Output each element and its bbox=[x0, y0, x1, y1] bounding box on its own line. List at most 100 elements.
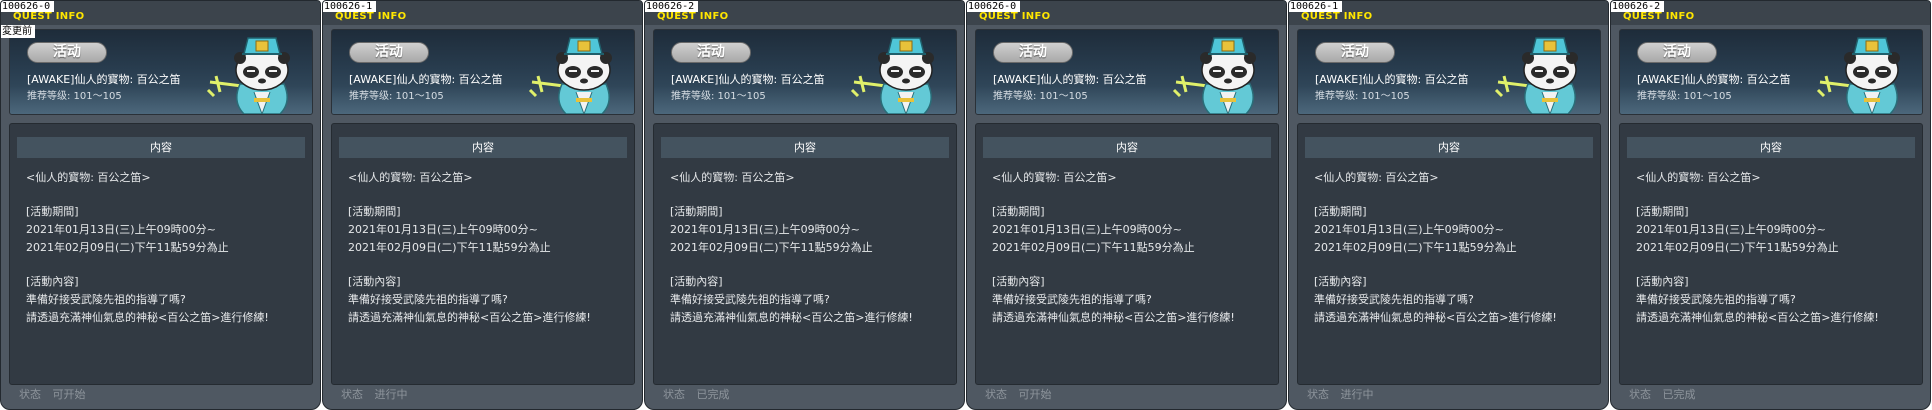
quest-summary: 活动 [AWAKE]仙人的寳物: 百公之笛 推荐等级: 101～105 bbox=[331, 29, 635, 115]
status-value: 可开始 bbox=[1018, 388, 1052, 401]
content-line: [活動內容] bbox=[348, 275, 401, 288]
quest-summary: 活动 [AWAKE]仙人的寳物: 百公之笛 推荐等级: 101～105 bbox=[9, 29, 313, 115]
status-line: 状态 已完成 bbox=[663, 388, 730, 402]
quest-info-panel: QUEST INFO 100626-0 活动 [AWAKE]仙人的寳物: 百公之… bbox=[966, 0, 1287, 410]
status-label: 状态 bbox=[19, 388, 41, 401]
content-header: 内容 bbox=[17, 137, 305, 158]
content-line: [活動內容] bbox=[992, 275, 1045, 288]
content-line bbox=[992, 187, 1277, 203]
content-line: 請透過充滿神仙氣息的神秘<百公之笛>進行修練! bbox=[1314, 311, 1557, 324]
content-header: 内容 bbox=[1627, 137, 1915, 158]
content-section: 内容 <仙人的寳物: 百公之笛> [活動期間] 2021年01月13日(三)上午… bbox=[653, 123, 957, 385]
content-line: 2021年02月09日(二)下午11點59分為止 bbox=[670, 241, 873, 254]
quest-info-panel: QUEST INFO 100626-1 活动 [AWAKE]仙人的寳物: 百公之… bbox=[1288, 0, 1609, 410]
content-header: 内容 bbox=[1305, 137, 1593, 158]
quest-name: [AWAKE]仙人的寳物: 百公之笛 bbox=[27, 73, 181, 86]
recommended-level: 推荐等级: 101～105 bbox=[671, 91, 766, 102]
content-line: 準備好接受武陵先祖的指導了嗎? bbox=[1636, 293, 1796, 306]
content-line: [活動內容] bbox=[1636, 275, 1689, 288]
content-line bbox=[1636, 187, 1921, 203]
quest-info-panel-row: QUEST INFO 100626-0 活动 [AWAKE]仙人的寳物: 百公之… bbox=[0, 0, 1932, 410]
content-line bbox=[992, 257, 1277, 273]
content-line: <仙人的寳物: 百公之笛> bbox=[348, 171, 473, 184]
status-label: 状态 bbox=[1307, 388, 1329, 401]
content-line: 2021年02月09日(二)下午11點59分為止 bbox=[348, 241, 551, 254]
content-line: 2021年02月09日(二)下午11點59分為止 bbox=[1314, 241, 1517, 254]
status-value: 进行中 bbox=[374, 388, 408, 401]
content-line: [活動期間] bbox=[26, 205, 79, 218]
panda-scholar-npc-icon bbox=[524, 32, 624, 114]
activity-tag: 活动 bbox=[349, 42, 429, 63]
panel-id-label: 100626-2 bbox=[645, 1, 699, 12]
panda-scholar-npc-icon bbox=[1490, 32, 1590, 114]
content-line: <仙人的寳物: 百公之笛> bbox=[992, 171, 1117, 184]
panda-scholar-npc-icon bbox=[846, 32, 946, 114]
content-line bbox=[670, 257, 955, 273]
panel-id-label: 100626-1 bbox=[323, 1, 377, 12]
quest-name: [AWAKE]仙人的寳物: 百公之笛 bbox=[993, 73, 1147, 86]
content-line: 請透過充滿神仙氣息的神秘<百公之笛>進行修練! bbox=[348, 311, 591, 324]
quest-info-panel: QUEST INFO 100626-1 活动 [AWAKE]仙人的寳物: 百公之… bbox=[322, 0, 643, 410]
status-line: 状态 可开始 bbox=[19, 388, 86, 402]
content-line: 請透過充滿神仙氣息的神秘<百公之笛>進行修練! bbox=[992, 311, 1235, 324]
content-line: 2021年01月13日(三)上午09時00分~ bbox=[992, 223, 1182, 236]
status-line: 状态 进行中 bbox=[1307, 388, 1374, 402]
content-line: 準備好接受武陵先祖的指導了嗎? bbox=[26, 293, 186, 306]
status-label: 状态 bbox=[663, 388, 685, 401]
panda-scholar-npc-icon bbox=[202, 32, 302, 114]
content-line: <仙人的寳物: 百公之笛> bbox=[1636, 171, 1761, 184]
quest-name: [AWAKE]仙人的寳物: 百公之笛 bbox=[1637, 73, 1791, 86]
content-section: 内容 <仙人的寳物: 百公之笛> [活動期間] 2021年01月13日(三)上午… bbox=[9, 123, 313, 385]
content-body: <仙人的寳物: 百公之笛> [活動期間] 2021年01月13日(三)上午09時… bbox=[26, 169, 311, 327]
quest-name: [AWAKE]仙人的寳物: 百公之笛 bbox=[671, 73, 825, 86]
recommended-level: 推荐等级: 101～105 bbox=[27, 91, 122, 102]
quest-info-panel: QUEST INFO 100626-0 活动 [AWAKE]仙人的寳物: 百公之… bbox=[0, 0, 321, 410]
status-label: 状态 bbox=[1629, 388, 1651, 401]
status-value: 已完成 bbox=[696, 388, 730, 401]
content-header: 内容 bbox=[339, 137, 627, 158]
content-line: 2021年01月13日(三)上午09時00分~ bbox=[26, 223, 216, 236]
content-section: 内容 <仙人的寳物: 百公之笛> [活動期間] 2021年01月13日(三)上午… bbox=[1619, 123, 1923, 385]
content-section: 内容 <仙人的寳物: 百公之笛> [活動期間] 2021年01月13日(三)上午… bbox=[331, 123, 635, 385]
header-title: QUEST INFO bbox=[335, 11, 407, 22]
content-section: 内容 <仙人的寳物: 百公之笛> [活動期間] 2021年01月13日(三)上午… bbox=[1297, 123, 1601, 385]
status-label: 状态 bbox=[985, 388, 1007, 401]
content-line bbox=[1314, 257, 1599, 273]
content-line: [活動期間] bbox=[1636, 205, 1689, 218]
content-body: <仙人的寳物: 百公之笛> [活動期間] 2021年01月13日(三)上午09時… bbox=[348, 169, 633, 327]
content-line: <仙人的寳物: 百公之笛> bbox=[26, 171, 151, 184]
content-line: [活動期間] bbox=[1314, 205, 1367, 218]
activity-tag: 活动 bbox=[993, 42, 1073, 63]
header-title: QUEST INFO bbox=[1623, 11, 1695, 22]
content-line: 2021年01月13日(三)上午09時00分~ bbox=[670, 223, 860, 236]
content-line bbox=[1636, 257, 1921, 273]
content-line: 準備好接受武陵先祖的指導了嗎? bbox=[348, 293, 508, 306]
quest-name: [AWAKE]仙人的寳物: 百公之笛 bbox=[349, 73, 503, 86]
status-value: 已完成 bbox=[1662, 388, 1696, 401]
activity-tag: 活动 bbox=[671, 42, 751, 63]
content-line: 準備好接受武陵先祖的指導了嗎? bbox=[1314, 293, 1474, 306]
content-body: <仙人的寳物: 百公之笛> [活動期間] 2021年01月13日(三)上午09時… bbox=[1314, 169, 1599, 327]
panel-id-label: 100626-1 bbox=[1289, 1, 1343, 12]
recommended-level: 推荐等级: 101～105 bbox=[349, 91, 444, 102]
quest-info-panel: QUEST INFO 100626-2 活动 [AWAKE]仙人的寳物: 百公之… bbox=[644, 0, 965, 410]
quest-summary: 活动 [AWAKE]仙人的寳物: 百公之笛 推荐等级: 101～105 bbox=[1619, 29, 1923, 115]
activity-tag: 活动 bbox=[27, 42, 107, 63]
content-line: 2021年01月13日(三)上午09時00分~ bbox=[1314, 223, 1504, 236]
panel-id-label: 100626-2 bbox=[1611, 1, 1665, 12]
panda-scholar-npc-icon bbox=[1812, 32, 1912, 114]
recommended-level: 推荐等级: 101～105 bbox=[1637, 91, 1732, 102]
content-line: [活動內容] bbox=[1314, 275, 1367, 288]
status-label: 状态 bbox=[341, 388, 363, 401]
header-title: QUEST INFO bbox=[1301, 11, 1373, 22]
content-line: [活動內容] bbox=[670, 275, 723, 288]
header-title: QUEST INFO bbox=[657, 11, 729, 22]
status-line: 状态 可开始 bbox=[985, 388, 1052, 402]
content-line: 請透過充滿神仙氣息的神秘<百公之笛>進行修練! bbox=[26, 311, 269, 324]
status-line: 状态 进行中 bbox=[341, 388, 408, 402]
content-line: <仙人的寳物: 百公之笛> bbox=[670, 171, 795, 184]
panel-id-label: 100626-0 bbox=[1, 1, 55, 12]
panda-scholar-npc-icon bbox=[1168, 32, 1268, 114]
content-line: 請透過充滿神仙氣息的神秘<百公之笛>進行修練! bbox=[670, 311, 913, 324]
content-line: 2021年02月09日(二)下午11點59分為止 bbox=[1636, 241, 1839, 254]
